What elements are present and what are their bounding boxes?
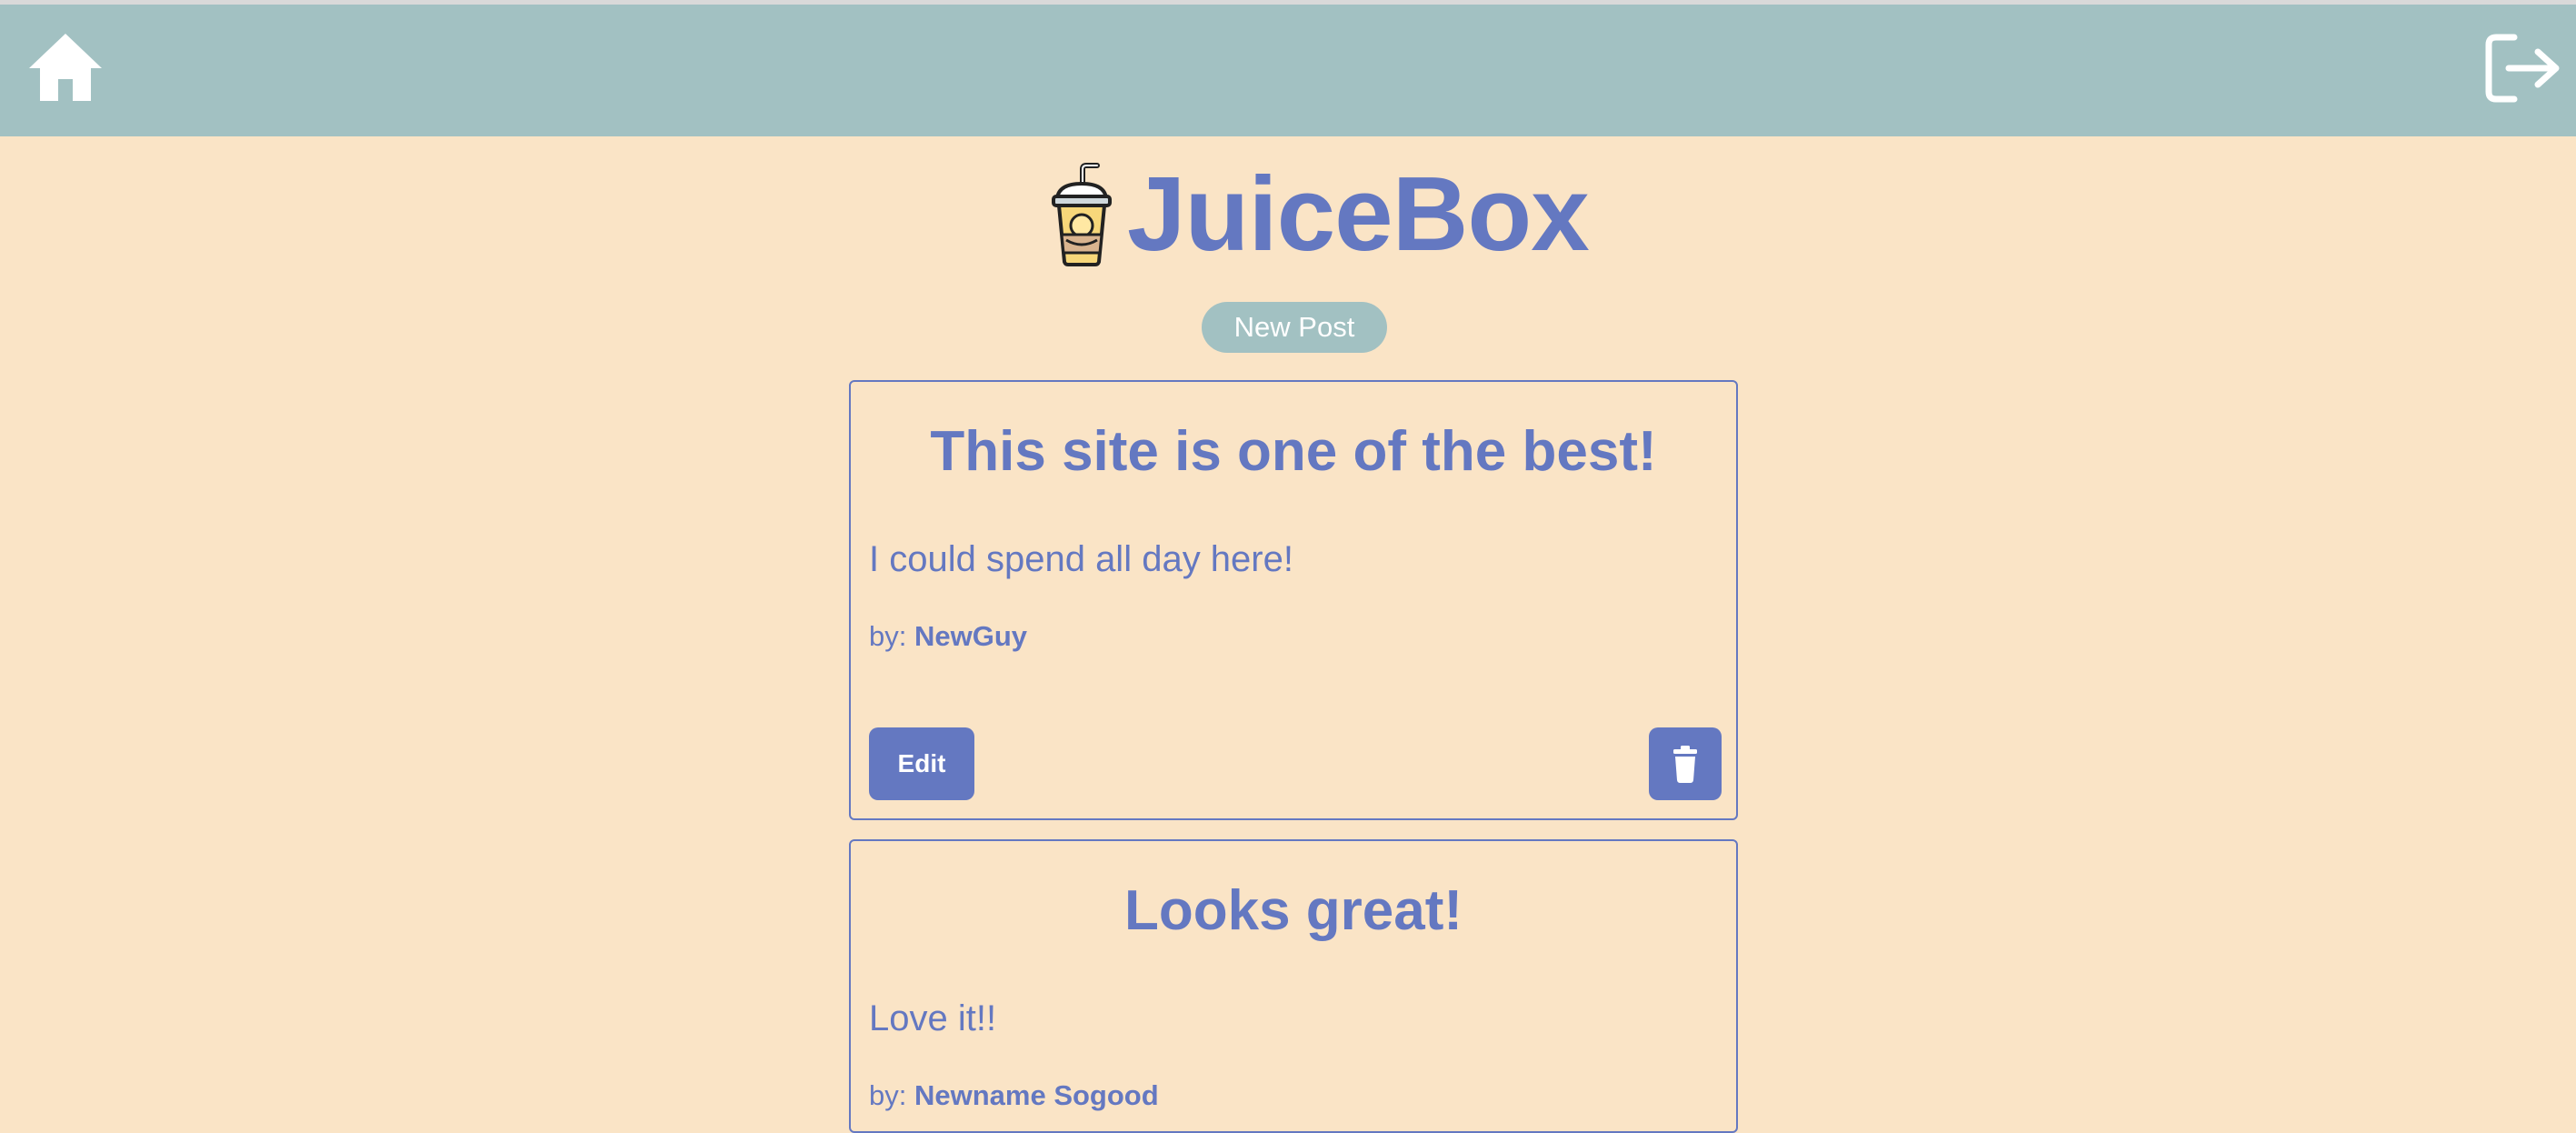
post-card: Looks great! Love it!! by: Newname Sogoo…: [849, 839, 1738, 1133]
new-post-button[interactable]: New Post: [1202, 302, 1387, 353]
post-author: by: NewGuy: [869, 618, 1027, 655]
edit-button[interactable]: Edit: [869, 727, 974, 800]
home-icon[interactable]: [27, 32, 104, 105]
post-title: This site is one of the best!: [930, 420, 1657, 483]
post-card: This site is one of the best! I could sp…: [849, 380, 1738, 820]
author-prefix: by:: [869, 620, 907, 652]
logout-icon[interactable]: [2483, 32, 2561, 105]
navbar: [0, 5, 2576, 136]
post-author: by: Newname Sogood: [869, 1078, 1159, 1114]
author-name: Newname Sogood: [914, 1079, 1159, 1111]
trash-icon: [1673, 746, 1697, 783]
app-title: JuiceBox: [1127, 155, 1590, 273]
post-title: Looks great!: [1123, 879, 1463, 942]
post-content: Love it!!: [869, 998, 997, 1038]
delete-button[interactable]: [1649, 727, 1722, 800]
post-content: I could spend all day here!: [869, 539, 1293, 579]
author-prefix: by:: [869, 1079, 907, 1111]
juice-cup-icon: [1050, 162, 1113, 267]
author-name: NewGuy: [914, 620, 1028, 652]
